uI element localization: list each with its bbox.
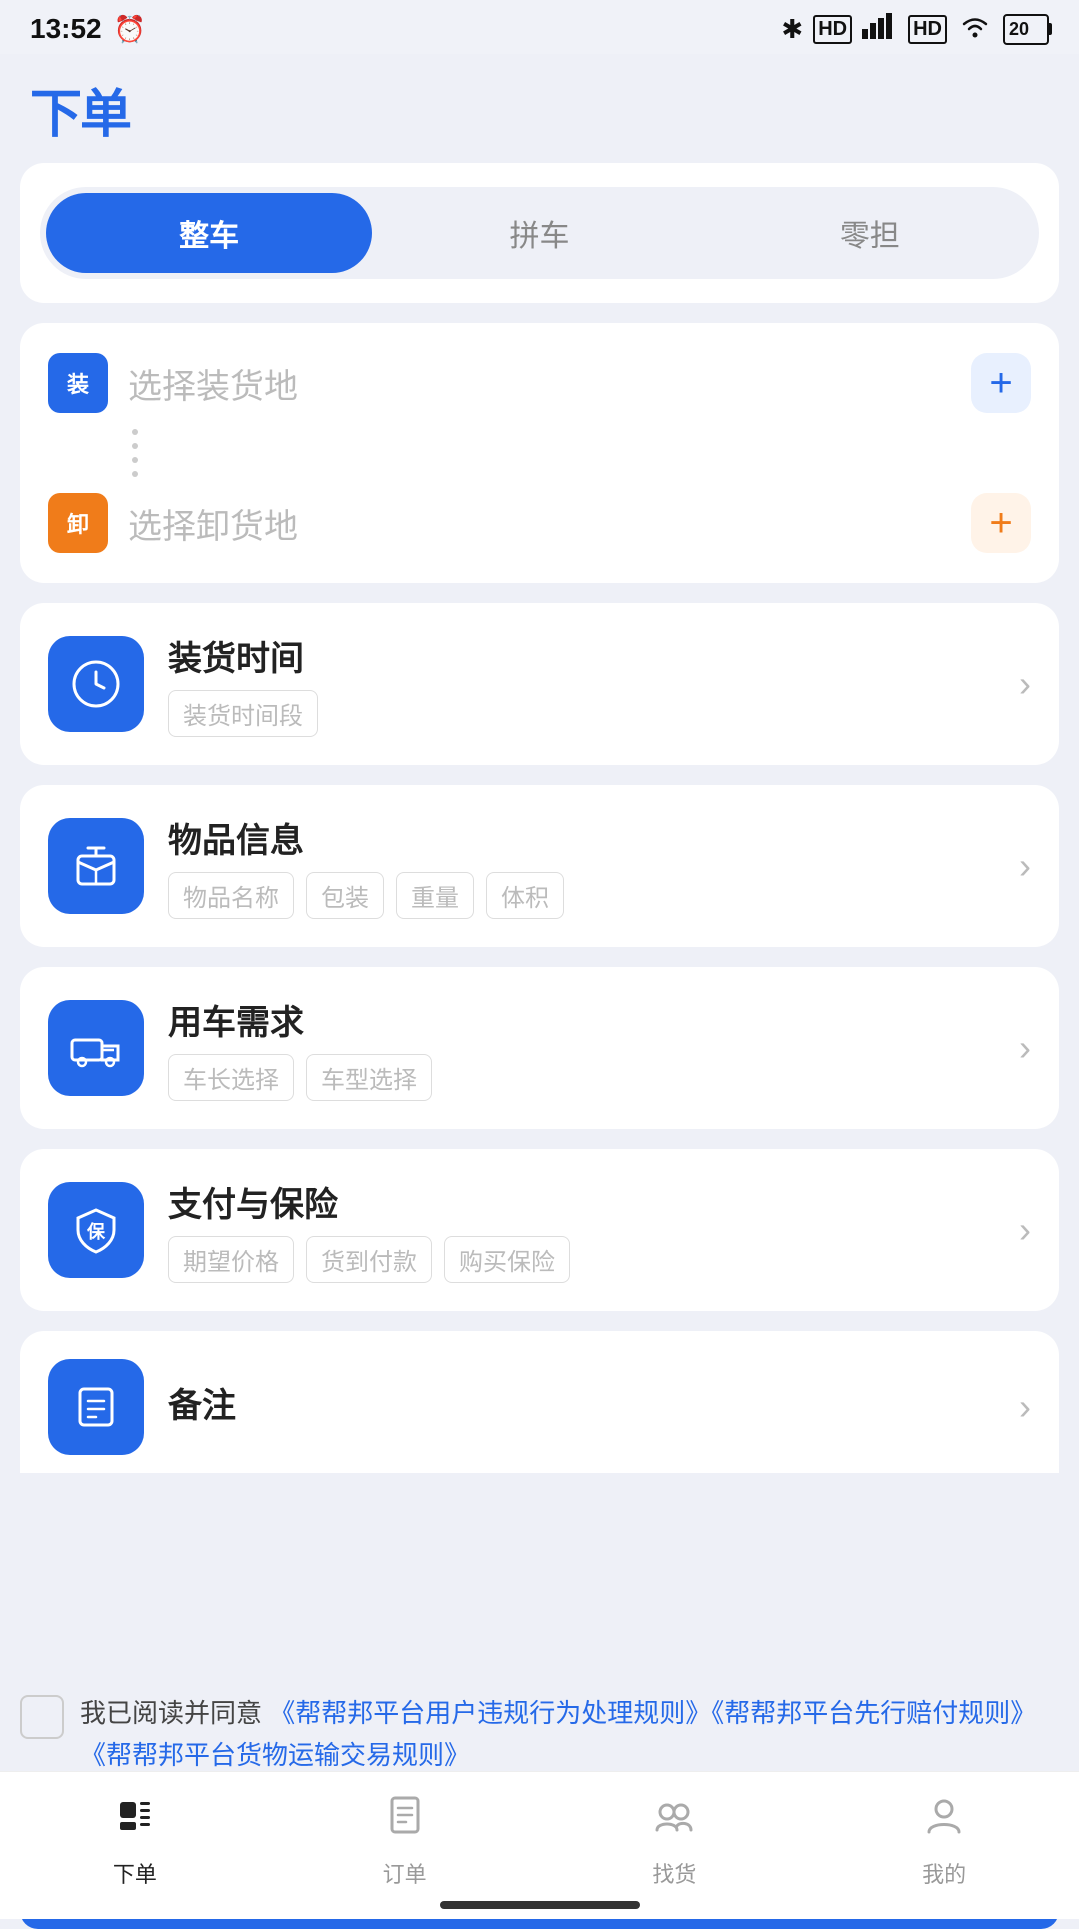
notes-card[interactable]: 备注 ›: [20, 1331, 1059, 1473]
svg-text:保: 保: [86, 1221, 106, 1242]
signal-hd2-icon: HD: [908, 15, 947, 44]
nav-findcargo-icon: [651, 1792, 697, 1849]
goods-icon-wrap: [48, 818, 144, 914]
tabs-card: 整车 拼车 零担: [20, 163, 1059, 303]
payment-title: 支付与保险: [168, 1177, 995, 1226]
status-time: 13:52: [30, 13, 102, 45]
notes-icon: [70, 1381, 122, 1433]
tag-car-type: 车型选择: [306, 1054, 432, 1101]
home-indicator: [440, 1901, 640, 1909]
load-badge: 装: [48, 353, 108, 413]
app-title: 下单: [30, 72, 1049, 147]
vehicle-icon-wrap: [48, 1000, 144, 1096]
chevron-right-goods: ›: [1019, 845, 1031, 887]
notes-title: 备注: [168, 1378, 995, 1427]
vehicle-need-card[interactable]: 用车需求 车长选择 车型选择 ›: [20, 967, 1059, 1129]
alarm-icon: ⏰: [114, 14, 146, 45]
agreement-checkbox[interactable]: [20, 1695, 64, 1739]
tag-volume: 体积: [486, 872, 564, 919]
nav-order-icon: [112, 1792, 158, 1849]
payment-content: 支付与保险 期望价格 货到付款 购买保险: [168, 1177, 995, 1283]
payment-card[interactable]: 保 支付与保险 期望价格 货到付款 购买保险 ›: [20, 1149, 1059, 1311]
status-bar: 13:52 ⏰ ✱ HD HD 20: [0, 0, 1079, 54]
payment-icon-wrap: 保: [48, 1182, 144, 1278]
load-placeholder: 选择装货地: [128, 359, 951, 408]
truck-icon: [68, 1022, 124, 1074]
shield-icon: 保: [70, 1204, 122, 1256]
goods-tags: 物品名称 包装 重量 体积: [168, 872, 995, 919]
nav-orders-label: 订单: [383, 1857, 427, 1889]
agreement-text: 我已阅读并同意 《帮帮邦平台用户违规行为处理规则》《帮帮邦平台先行赔付规则》《帮…: [80, 1693, 1059, 1776]
loading-time-card[interactable]: 装货时间 装货时间段 ›: [20, 603, 1059, 765]
unload-badge: 卸: [48, 493, 108, 553]
tag-goods-name: 物品名称: [168, 872, 294, 919]
location-divider: [128, 429, 1031, 477]
nav-item-order[interactable]: 下单: [0, 1792, 270, 1889]
add-unload-button[interactable]: +: [971, 493, 1031, 553]
load-location-row[interactable]: 装 选择装货地 +: [48, 353, 1031, 413]
goods-info-card[interactable]: 物品信息 物品名称 包装 重量 体积 ›: [20, 785, 1059, 947]
wifi-icon: [957, 13, 993, 45]
bottom-nav: 下单 订单 找货: [0, 1771, 1079, 1919]
tabs-container: 整车 拼车 零担: [40, 187, 1039, 279]
tag-weight: 重量: [396, 872, 474, 919]
agreement-link-1[interactable]: 《帮帮邦平台用户违规行为处理规则》: [269, 1698, 711, 1728]
unload-location-row[interactable]: 卸 选择卸货地 +: [48, 493, 1031, 553]
loading-time-icon-wrap: [48, 636, 144, 732]
loading-time-content: 装货时间 装货时间段: [168, 631, 995, 737]
vehicle-need-title: 用车需求: [168, 995, 995, 1044]
nav-item-find-cargo[interactable]: 找货: [540, 1792, 810, 1889]
tag-loading-time-period: 装货时间段: [168, 690, 318, 737]
bluetooth-icon: ✱: [781, 14, 803, 45]
nav-mine-icon: [921, 1792, 967, 1849]
agreement-section: 我已阅读并同意 《帮帮邦平台用户违规行为处理规则》《帮帮邦平台先行赔付规则》《帮…: [0, 1673, 1079, 1786]
goods-info-title: 物品信息: [168, 813, 995, 862]
tab-zhengche[interactable]: 整车: [46, 193, 372, 273]
tag-expected-price: 期望价格: [168, 1236, 294, 1283]
main-content: 整车 拼车 零担 装 选择装货地 + 卸 选择卸货地: [0, 163, 1079, 1673]
tab-pinche[interactable]: 拼车: [376, 193, 702, 273]
vehicle-tags: 车长选择 车型选择: [168, 1054, 995, 1101]
tag-packaging: 包装: [306, 872, 384, 919]
chevron-right-notes: ›: [1019, 1386, 1031, 1428]
add-load-button[interactable]: +: [971, 353, 1031, 413]
goods-icon: [70, 840, 122, 892]
loading-time-tags: 装货时间段: [168, 690, 995, 737]
goods-info-content: 物品信息 物品名称 包装 重量 体积: [168, 813, 995, 919]
agreement-link-2[interactable]: 《帮帮邦平台先行赔付规则》: [711, 1698, 1036, 1728]
agreement-link-3[interactable]: 《帮帮邦平台货物运输交易规则》: [80, 1740, 470, 1770]
chevron-right-loading: ›: [1019, 663, 1031, 705]
app-header: 下单: [0, 54, 1079, 163]
loading-time-title: 装货时间: [168, 631, 995, 680]
tag-buy-insurance: 购买保险: [444, 1236, 570, 1283]
nav-item-orders-list[interactable]: 订单: [270, 1792, 540, 1889]
notes-icon-wrap: [48, 1359, 144, 1455]
signal-hd1-icon: HD: [813, 15, 852, 44]
chevron-right-vehicle: ›: [1019, 1027, 1031, 1069]
nav-order-label: 下单: [113, 1857, 157, 1889]
clock-icon: [70, 658, 122, 710]
nav-item-mine[interactable]: 我的: [809, 1792, 1079, 1889]
unload-placeholder: 选择卸货地: [128, 499, 951, 548]
plus-icon-load: +: [989, 361, 1012, 406]
signal-bars-icon: [862, 13, 898, 45]
nav-mine-label: 我的: [922, 1857, 966, 1889]
status-icons: ✱ HD HD 20: [781, 13, 1049, 45]
battery-icon: 20: [1003, 14, 1049, 45]
tab-lingdan[interactable]: 零担: [707, 193, 1033, 273]
nav-findcargo-label: 找货: [652, 1857, 696, 1889]
notes-content: 备注: [168, 1378, 995, 1437]
tag-car-length: 车长选择: [168, 1054, 294, 1101]
tag-cod: 货到付款: [306, 1236, 432, 1283]
location-card: 装 选择装货地 + 卸 选择卸货地 +: [20, 323, 1059, 583]
vehicle-need-content: 用车需求 车长选择 车型选择: [168, 995, 995, 1101]
nav-orders-icon: [382, 1792, 428, 1849]
plus-icon-unload: +: [989, 501, 1012, 546]
chevron-right-payment: ›: [1019, 1209, 1031, 1251]
payment-tags: 期望价格 货到付款 购买保险: [168, 1236, 995, 1283]
